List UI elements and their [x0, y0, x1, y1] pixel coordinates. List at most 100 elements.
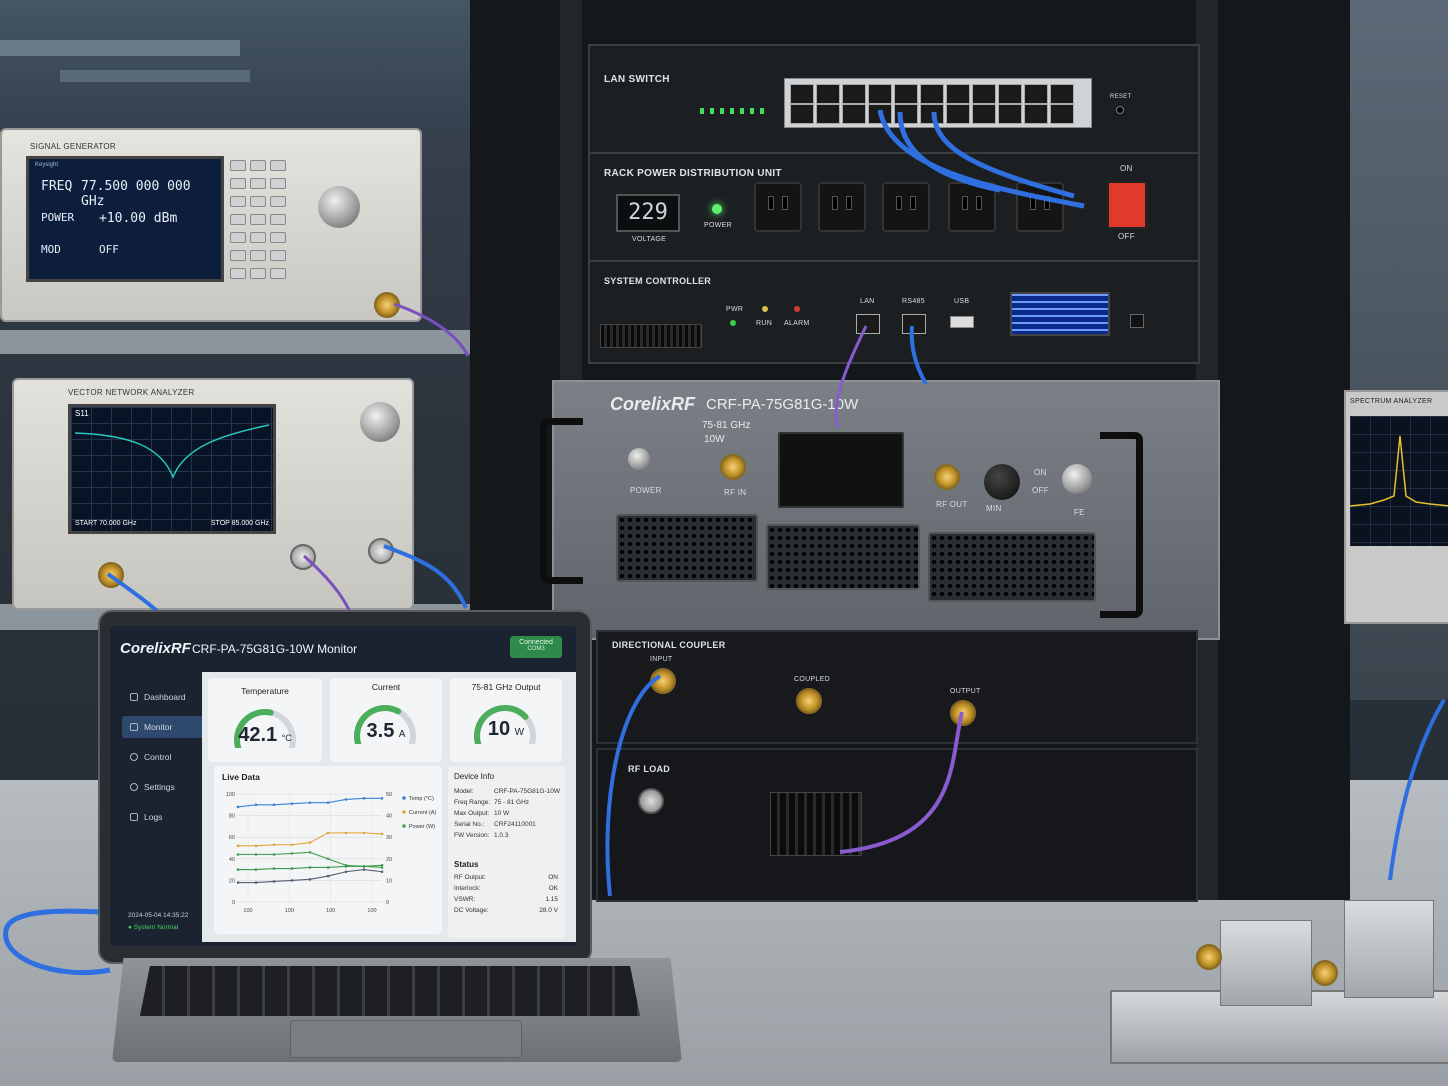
output-unit: W: [514, 727, 525, 738]
data-point: [362, 797, 366, 800]
connection-port: COM3: [527, 646, 545, 652]
trackpad[interactable]: [290, 1020, 522, 1058]
data-point: [326, 857, 330, 861]
status-value: 1.15: [545, 896, 558, 903]
y-tick-label-left: 40: [229, 857, 235, 863]
temperature-unit: °C: [281, 733, 292, 743]
data-point: [308, 841, 312, 844]
connection-status: Connected: [519, 639, 553, 646]
data-point: [272, 843, 276, 847]
device-info-rows: Model: CRF-PA-75G81G-10W Freq Range: 75 - …: [454, 788, 562, 843]
app-title: CRF-PA-75G81G-10W Monitor: [192, 642, 358, 656]
nav-label: Dashboard: [144, 692, 186, 702]
nav-control[interactable]: Control: [122, 746, 204, 768]
y-tick-label-right: 40: [386, 814, 392, 820]
nav-logs[interactable]: Logs: [122, 806, 204, 828]
legend-label: Power (W): [409, 824, 435, 830]
current-card: Current 3.5 A: [330, 678, 442, 762]
data-point: [326, 831, 330, 835]
y-tick-label-left: 60: [229, 835, 235, 841]
data-point: [290, 852, 294, 855]
y-tick-label-right: 10: [386, 878, 392, 884]
control-icon: [130, 753, 138, 761]
status-row: VSWR: 1.15: [454, 896, 558, 907]
monitor-icon: [130, 723, 138, 731]
data-point: [344, 798, 348, 801]
data-point: [344, 831, 348, 835]
device-info-row: Freq Range: 75 - 81 GHz: [454, 799, 562, 810]
x-tick-label: 100: [243, 908, 252, 914]
data-point: [380, 832, 384, 836]
status-key: Interlock:: [454, 885, 481, 892]
series-line: [238, 851, 383, 868]
live-data-title: Live Data: [222, 772, 260, 782]
nav-settings[interactable]: Settings: [122, 776, 204, 798]
data-point: [236, 868, 240, 871]
y-tick-label-left: 20: [229, 878, 235, 884]
device-info-key: FW Version:: [454, 832, 490, 839]
data-point: [290, 879, 294, 882]
data-point: [308, 801, 312, 804]
status-row: RF Output: ON: [454, 874, 558, 885]
data-point: [254, 803, 258, 807]
data-point: [236, 805, 240, 809]
data-point: [326, 874, 330, 878]
status-rows: RF Output: ON Interlock: OK VSWR: 1.15 DC V…: [454, 874, 558, 918]
data-point: [344, 865, 348, 868]
status-title: Status: [454, 860, 479, 869]
nav-label: Control: [144, 752, 172, 762]
data-point: [326, 866, 330, 869]
nav-monitor[interactable]: Monitor: [122, 716, 204, 738]
temperature-value: 42.1: [238, 724, 278, 746]
data-point: [272, 803, 276, 807]
output-title: 75-81 GHz Output: [471, 682, 541, 692]
device-info-card: Device Info Model: CRF-PA-75G81G-10W Freq…: [448, 766, 566, 938]
status-row: DC Voltage: 28.0 V: [454, 907, 558, 918]
laptop: CorelixRF CRF-PA-75G81G-10W Monitor Conn…: [98, 610, 592, 964]
device-info-key: Serial No.:: [454, 821, 485, 828]
data-point: [380, 797, 384, 800]
data-point: [362, 868, 366, 871]
data-point: [362, 831, 366, 835]
connection-badge[interactable]: Connected COM3: [510, 636, 562, 658]
output-readout: 10 W: [450, 718, 562, 741]
data-point: [380, 863, 384, 867]
y-tick-label-left: 0: [232, 900, 235, 906]
nav-label: Settings: [144, 782, 175, 792]
data-point: [290, 843, 294, 847]
output-value: 10: [487, 718, 511, 740]
x-tick-label: 100: [326, 908, 335, 914]
data-point: [290, 867, 294, 870]
legend-marker: [402, 796, 406, 800]
status-key: DC Voltage:: [454, 907, 489, 914]
monitor-app: CorelixRF CRF-PA-75G81G-10W Monitor Conn…: [110, 626, 576, 946]
data-point: [308, 866, 312, 869]
device-info-value: CRF24110001: [494, 821, 536, 828]
y-tick-label-right: 20: [386, 857, 392, 863]
app-brand: CorelixRF: [120, 640, 191, 657]
temperature-card: Temperature 42.1 °C: [208, 678, 322, 762]
y-tick-label-right: 0: [386, 900, 389, 906]
live-data-chart: 10080604020050403020100100 100 100 100Temp …: [226, 792, 437, 914]
data-point: [254, 844, 258, 848]
data-point: [380, 870, 384, 874]
status-key: VSWR:: [454, 896, 476, 903]
status-key: RF Output:: [454, 874, 486, 881]
status-value: ON: [548, 874, 558, 881]
data-point: [254, 881, 258, 884]
logs-icon: [130, 813, 138, 821]
temperature-readout: 42.1 °C: [208, 724, 322, 747]
current-value: 3.5: [366, 720, 395, 742]
system-status: ● System Normal: [128, 924, 179, 931]
status-value: OK: [548, 885, 558, 892]
nav-dashboard[interactable]: Dashboard: [122, 686, 204, 708]
device-info-row: Model: CRF-PA-75G81G-10W: [454, 788, 562, 799]
data-point: [362, 865, 366, 868]
data-point: [344, 870, 348, 874]
nav-label: Monitor: [144, 722, 173, 732]
data-point: [308, 851, 312, 854]
device-info-value: 1.0.3: [494, 832, 509, 839]
legend-label: Current (A): [409, 810, 436, 816]
y-tick-label-left: 80: [229, 814, 235, 820]
data-point: [236, 881, 240, 884]
